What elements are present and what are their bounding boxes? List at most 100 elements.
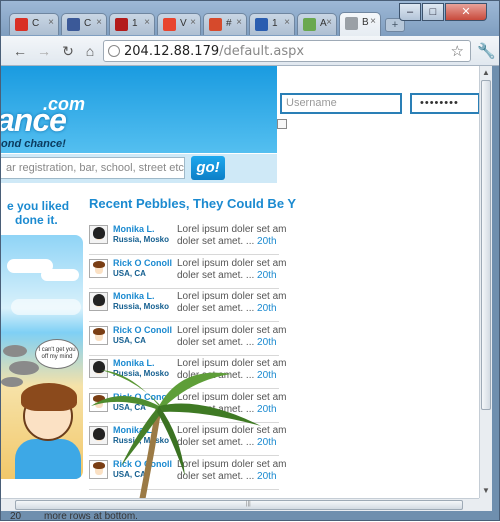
- go-button[interactable]: go!: [191, 156, 225, 180]
- member-location: USA, CA: [113, 268, 146, 278]
- browser-tab[interactable]: # ×: [203, 13, 247, 35]
- browser-tab[interactable]: 1 ×: [109, 13, 155, 35]
- browser-tab[interactable]: A ×: [297, 13, 337, 35]
- pebble-text-line-2: doler set amet. ...: [177, 403, 255, 415]
- browser-tab[interactable]: C ×: [9, 13, 59, 35]
- bookmark-star-icon[interactable]: ☆: [451, 42, 464, 60]
- avatar[interactable]: [89, 325, 108, 345]
- close-tab-icon[interactable]: ×: [190, 17, 196, 28]
- pebble-text: Lorel ipsum doler set am doler set amet. …: [177, 325, 287, 349]
- close-tab-icon[interactable]: ×: [144, 17, 150, 28]
- scroll-down-icon[interactable]: ▼: [480, 484, 492, 497]
- pebble-date[interactable]: 20th: [257, 236, 276, 247]
- pebble-text-line-2: doler set amet. ...: [177, 336, 255, 348]
- page-viewport: .com ance ond chance! ar registration, b…: [1, 66, 479, 498]
- tab-label: C: [84, 18, 92, 29]
- avatar-hair: [93, 461, 105, 469]
- speech-bubble: I can't get you off my mind: [35, 339, 79, 369]
- pebble-text-line-1: Lorel ipsum doler set am: [177, 224, 287, 235]
- horizontal-scroll-thumb[interactable]: [15, 500, 463, 510]
- vertical-scroll-thumb[interactable]: [481, 80, 491, 410]
- avatar[interactable]: [89, 225, 108, 244]
- close-tab-icon[interactable]: ×: [236, 17, 242, 28]
- pebble-date[interactable]: 20th: [257, 370, 276, 381]
- tab-label: C: [32, 18, 40, 29]
- close-tab-icon[interactable]: ×: [370, 16, 376, 27]
- pebble-text-line-2: doler set amet. ...: [177, 303, 255, 314]
- pebble-date[interactable]: 20th: [257, 303, 276, 314]
- close-tab-icon[interactable]: ×: [326, 17, 332, 28]
- minimize-button[interactable]: –: [399, 3, 421, 21]
- reload-icon[interactable]: ↻: [59, 42, 77, 60]
- pebble-text-line-2: doler set amet. ...: [177, 437, 255, 448]
- member-name[interactable]: Rick O Conoll: [113, 392, 172, 402]
- member-name[interactable]: Rick O Conoll: [113, 258, 172, 268]
- feed-row: Monika L. Russia, Mosko Lorel ipsum doler …: [89, 289, 287, 322]
- horizontal-scrollbar[interactable]: |||: [1, 498, 479, 511]
- avatar[interactable]: [89, 359, 108, 378]
- maximize-button[interactable]: □: [422, 3, 444, 21]
- forward-icon[interactable]: →: [35, 42, 53, 60]
- site-logo[interactable]: ance: [1, 102, 67, 139]
- member-name[interactable]: Monika L.: [113, 358, 155, 368]
- cloud-shape: [41, 269, 79, 281]
- browser-tab[interactable]: B ×: [339, 12, 381, 36]
- scroll-up-icon[interactable]: ▲: [480, 66, 492, 79]
- feed-row: Monika L. Russia, Mosko Lorel ipsum doler …: [89, 356, 287, 389]
- globe-icon: [108, 45, 120, 57]
- password-field[interactable]: ••••••••: [410, 93, 479, 114]
- favicon-icon: [115, 18, 128, 31]
- avatar[interactable]: [89, 426, 108, 445]
- avatar[interactable]: [89, 392, 108, 412]
- close-tab-icon[interactable]: ×: [48, 17, 54, 28]
- username-field[interactable]: Username: [280, 93, 402, 114]
- pebble-date[interactable]: 20th: [257, 404, 276, 415]
- address-bar[interactable]: 204.12.88.179/default.aspx ☆: [103, 40, 471, 62]
- favicon-icon: [255, 18, 268, 31]
- pebble-shape: [3, 345, 27, 357]
- search-input[interactable]: ar registration, bar, school, street etc: [1, 157, 185, 179]
- favicon-icon: [163, 18, 176, 31]
- browser-tab[interactable]: 1 ×: [249, 13, 295, 35]
- search-bar: ar registration, bar, school, street etc…: [1, 153, 277, 183]
- pebble-text: Lorel ipsum doler set am doler set amet. …: [177, 459, 287, 483]
- pebble-date[interactable]: 20th: [257, 437, 276, 448]
- blank-right-area: [277, 66, 479, 498]
- close-tab-icon[interactable]: ×: [284, 17, 290, 28]
- member-location: Russia, Mosko: [113, 302, 170, 311]
- avatar-hair: [93, 227, 105, 239]
- tab-label: 1: [132, 18, 138, 29]
- close-window-button[interactable]: ✕: [445, 3, 487, 21]
- pebble-text-line-1: Lorel ipsum doler set am: [177, 391, 287, 403]
- browser-tab[interactable]: V ×: [157, 13, 201, 35]
- feed-row: Rick O Conoll USA, CA Lorel ipsum doler se…: [89, 323, 287, 356]
- back-icon[interactable]: ←: [11, 42, 29, 60]
- member-name[interactable]: Monika L.: [113, 291, 155, 301]
- avatar-hair: [93, 260, 105, 268]
- pebble-date[interactable]: 20th: [257, 270, 276, 281]
- pebble-text: Lorel ipsum doler set am doler set amet. …: [177, 291, 287, 315]
- pebble-date[interactable]: 20th: [257, 471, 276, 482]
- pebble-text-line-1: Lorel ipsum doler set am: [177, 257, 287, 269]
- avatar[interactable]: [89, 258, 108, 278]
- pebble-date[interactable]: 20th: [257, 337, 276, 348]
- avatar[interactable]: [89, 459, 108, 479]
- remember-checkbox[interactable]: [277, 119, 287, 129]
- feed-row: Monika L. Russia, Mosko Lorel ipsum doler …: [89, 423, 287, 456]
- home-icon[interactable]: ⌂: [81, 42, 99, 60]
- wrench-icon[interactable]: 🔧: [477, 42, 496, 60]
- avatar[interactable]: [89, 292, 108, 311]
- member-name[interactable]: Rick O Conoll: [113, 459, 172, 469]
- promo-line-1: e you liked: [7, 199, 70, 213]
- close-tab-icon[interactable]: ×: [96, 17, 102, 28]
- favicon-icon: [209, 18, 222, 31]
- member-name[interactable]: Monika L.: [113, 224, 155, 234]
- feed-title: Recent Pebbles, They Could Be Y: [89, 196, 297, 211]
- browser-tab[interactable]: C ×: [61, 13, 107, 35]
- member-location: Russia, Mosko: [113, 436, 170, 445]
- pebble-text-line-1: Lorel ipsum doler set am: [177, 358, 287, 369]
- member-name[interactable]: Rick O Conoll: [113, 325, 172, 335]
- member-location: Russia, Mosko: [113, 235, 170, 244]
- member-name[interactable]: Monika L.: [113, 425, 155, 435]
- vertical-scrollbar[interactable]: ▲ ▼: [479, 66, 492, 498]
